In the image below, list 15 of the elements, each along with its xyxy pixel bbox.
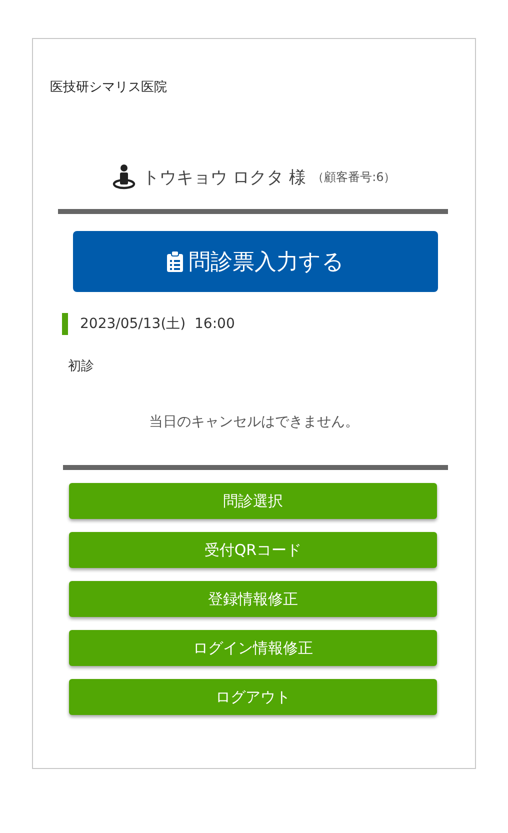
- visit-type: 初診: [68, 358, 95, 375]
- appointment-datetime: 2023/05/13(土) 16:00: [80, 315, 235, 333]
- clinic-name: 医技研シマリス医院: [49, 79, 168, 97]
- clipboard-icon: [166, 251, 182, 272]
- menu-button[interactable]: ログアウト: [69, 679, 437, 715]
- menu-button[interactable]: 登録情報修正: [69, 581, 437, 617]
- menu-button[interactable]: 問診選択: [69, 483, 437, 519]
- menu-button[interactable]: 受付QRコード: [69, 532, 437, 568]
- patient-name: トウキョウ ロクタ 様: [142, 166, 306, 188]
- person-icon: [112, 164, 136, 190]
- cancel-note: 当日のキャンセルはできません。: [148, 413, 360, 431]
- questionnaire-button[interactable]: 問診票入力する: [73, 231, 438, 292]
- accent-bar: [62, 313, 68, 335]
- customer-number: （顧客番号:6）: [312, 168, 396, 186]
- menu-button[interactable]: ログイン情報修正: [69, 630, 437, 666]
